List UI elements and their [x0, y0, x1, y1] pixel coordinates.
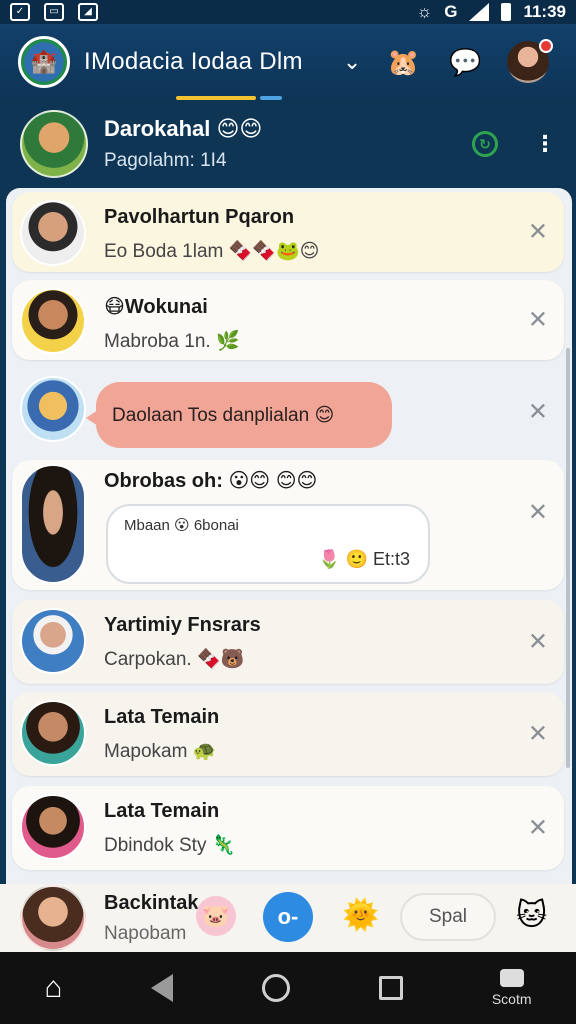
cat-sticker-icon[interactable]: 🐱	[516, 898, 547, 933]
chat-subtitle: Pagolahm: 1I4	[104, 150, 227, 171]
list-item[interactable]: 😷Wokunai Mabroba 1n. 🌿 ✕	[12, 280, 564, 360]
chat-bubble-icon[interactable]: 💬	[445, 42, 485, 82]
status-bar: ✓ ▭ ◢ ☼ G 11:39	[0, 0, 576, 24]
sun-emoji-icon[interactable]: 🌞	[342, 898, 379, 933]
bubble-reactions: 🌷 🙂 Et:t3	[318, 549, 410, 569]
list-item[interactable]: Lata Temain Dbindok Sty 🦎 ✕	[12, 786, 564, 870]
notification-dot	[539, 39, 554, 53]
calendar-notification-icon: ▭	[44, 3, 64, 21]
chat-subtitle: Napobam	[104, 922, 187, 944]
system-navbar: ⌂ Scotm	[0, 952, 576, 1024]
chat-name: 😷Wokunai	[104, 296, 208, 318]
chevron-down-icon[interactable]: ⌄	[343, 49, 361, 75]
chat-preview: Dbindok Sty 🦎	[104, 835, 236, 856]
mail-notification-icon: ✓	[10, 3, 30, 21]
send-button[interactable]: o-	[263, 892, 313, 942]
chat-preview: Eo Boda 1lam 🍫🍫🐸😊	[104, 241, 320, 262]
gallery-notification-icon: ◢	[78, 3, 98, 21]
chat-preview: Mapokam 🐢	[104, 741, 217, 762]
clock: 11:39	[523, 2, 566, 21]
avatar	[20, 794, 86, 860]
bubble-text: Mbaan 😮 6bonai	[124, 517, 239, 534]
app-header: 🏰 IModacia Iodaa Dlm ⌄ 🐹 💬	[0, 24, 576, 100]
list-item[interactable]: Daolaan Tos danplialan 😊 ✕	[12, 368, 564, 456]
chat-name: Yartimiy Fnsrars	[104, 614, 261, 636]
profile-avatar[interactable]	[507, 39, 554, 83]
hamster-icon[interactable]: 🐹	[383, 42, 423, 82]
close-icon[interactable]: ✕	[528, 218, 548, 247]
list-item[interactable]: Obrobas oh: 😮😊 😊😊 Mbaan 😮 6bonai 🌷 🙂 Et:…	[12, 460, 564, 590]
robot-icon	[499, 969, 524, 987]
chat-name: Obrobas oh: 😮😊 😊😊	[104, 470, 318, 492]
chat-name: Darokahal 😊😊	[104, 116, 263, 141]
back-icon[interactable]	[151, 974, 174, 1002]
more-options-icon[interactable]: ⋮	[534, 133, 556, 155]
score-button[interactable]: Scotm	[492, 969, 532, 1007]
avatar	[20, 376, 86, 442]
app-logo-icon[interactable]: 🏰	[18, 36, 70, 88]
chat-name: Lata Temain	[104, 800, 220, 822]
close-icon[interactable]: ✕	[528, 306, 548, 335]
pinned-chat[interactable]: Darokahal 😊😊 Pagolahm: 1I4 ↻ ⋮	[0, 100, 576, 188]
bug-icon: ☼	[416, 2, 433, 21]
composer-bar: Backintak Napobam 🐷 o- 🌞 Spal 🐱	[0, 884, 576, 952]
avatar	[20, 110, 88, 178]
chat-preview: Mabroba 1n. 🌿	[104, 331, 240, 352]
close-icon[interactable]: ✕	[528, 498, 548, 527]
scrollbar[interactable]	[566, 348, 570, 768]
avatar	[20, 200, 86, 266]
chat-list: Pavolhartun Pqaron Eo Boda 1lam 🍫🍫🐸😊 ✕ 😷…	[6, 188, 572, 888]
app-title[interactable]: IModacia Iodaa Dlm	[84, 48, 303, 76]
close-icon[interactable]: ✕	[528, 398, 548, 427]
chat-name: Pavolhartun Pqaron	[104, 206, 295, 228]
chat-name: Lata Temain	[104, 706, 220, 728]
avatar	[20, 608, 86, 674]
carrier-label: G	[444, 2, 458, 21]
avatar	[20, 700, 86, 766]
message-bubble[interactable]: Mbaan 😮 6bonai 🌷 🙂 Et:t3	[106, 504, 430, 584]
close-icon[interactable]: ✕	[528, 814, 548, 843]
spal-button[interactable]: Spal	[400, 893, 496, 941]
recents-icon[interactable]	[379, 976, 404, 1000]
avatar	[20, 885, 86, 951]
refresh-icon[interactable]: ↻	[472, 131, 498, 157]
list-item[interactable]: Yartimiy Fnsrars Carpokan. 🍫🐻 ✕	[12, 600, 564, 684]
home-circle-icon[interactable]	[262, 974, 291, 1002]
pig-sticker-icon[interactable]: 🐷	[196, 896, 236, 936]
home-icon[interactable]: ⌂	[44, 971, 62, 1005]
avatar	[20, 288, 86, 354]
battery-icon	[501, 3, 512, 21]
chat-name: Backintak	[104, 891, 199, 914]
message-bubble[interactable]: Daolaan Tos danplialan 😊	[86, 382, 392, 448]
list-item[interactable]: Pavolhartun Pqaron Eo Boda 1lam 🍫🍫🐸😊 ✕	[12, 192, 564, 272]
list-item[interactable]: Lata Temain Mapokam 🐢 ✕	[12, 692, 564, 776]
signal-icon	[469, 3, 490, 21]
score-label: Scotm	[491, 991, 532, 1007]
chat-preview: Carpokan. 🍫🐻	[104, 649, 245, 670]
close-icon[interactable]: ✕	[528, 628, 548, 657]
avatar	[20, 464, 86, 584]
close-icon[interactable]: ✕	[528, 720, 548, 749]
